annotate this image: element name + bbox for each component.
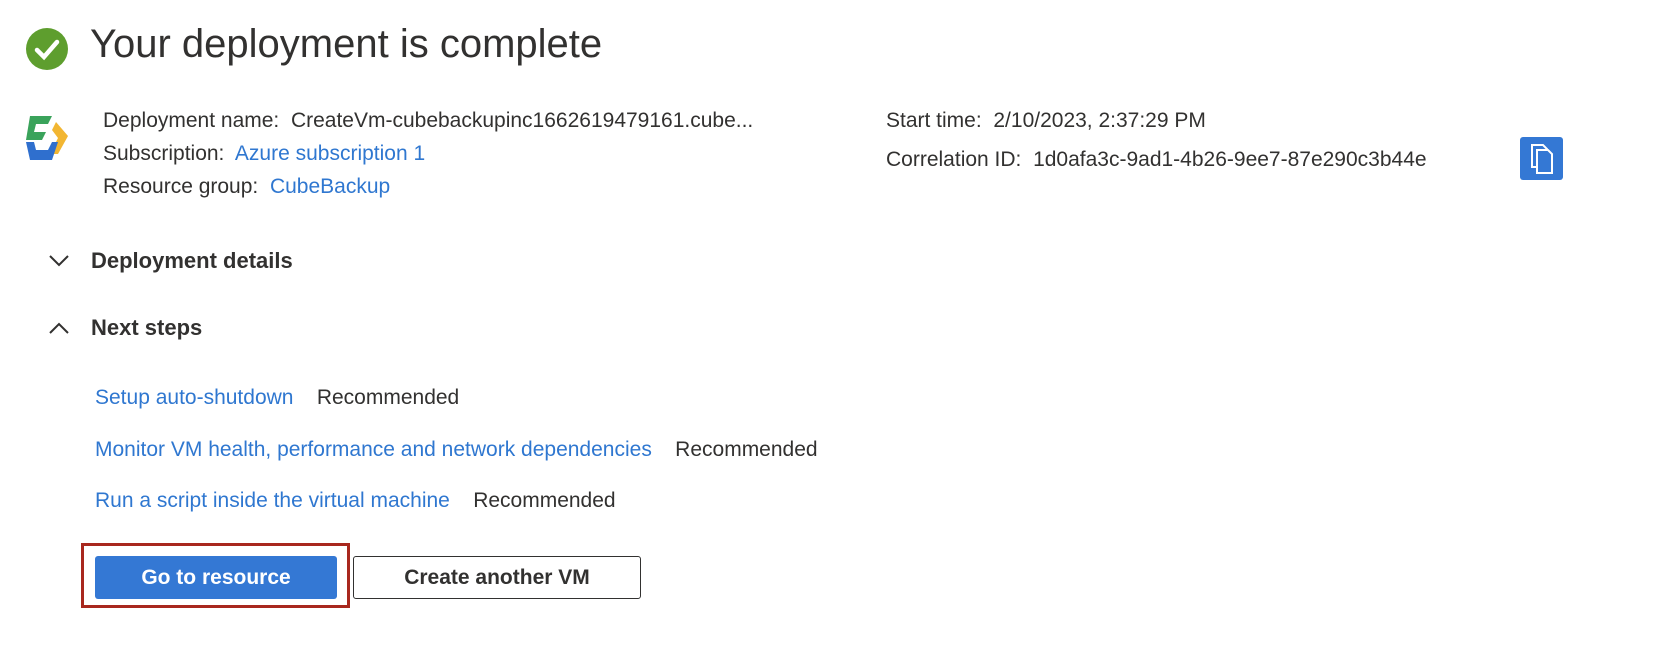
deployment-details-toggle[interactable]: Deployment details: [49, 248, 293, 274]
step-link[interactable]: Run a script inside the virtual machine: [95, 489, 450, 512]
next-step-item: Setup auto-shutdown Recommended: [95, 386, 459, 410]
chevron-up-icon: [49, 322, 69, 334]
start-time-row: Start time: 2/10/2023, 2:37:29 PM: [886, 109, 1206, 132]
subscription-row: Subscription: Azure subscription 1: [103, 142, 426, 165]
step-link[interactable]: Setup auto-shutdown: [95, 386, 293, 409]
recommended-tag: Recommended: [473, 489, 616, 512]
cubebackup-logo-icon: [26, 116, 68, 160]
start-time: 2/10/2023, 2:37:29 PM: [993, 109, 1206, 132]
correlation-id: 1d0afa3c-9ad1-4b26-9ee7-87e290c3b44e: [1033, 148, 1427, 171]
next-step-item: Run a script inside the virtual machine …: [95, 489, 616, 513]
resource-group-row: Resource group: CubeBackup: [103, 175, 391, 198]
next-steps-toggle[interactable]: Next steps: [49, 315, 202, 341]
next-step-item: Monitor VM health, performance and netwo…: [95, 438, 818, 462]
recommended-tag: Recommended: [316, 386, 460, 409]
create-another-vm-button[interactable]: Create another VM: [353, 556, 641, 599]
copy-button[interactable]: [1520, 137, 1563, 180]
page-title: Your deployment is complete: [90, 22, 603, 66]
subscription-link[interactable]: Azure subscription 1: [235, 142, 425, 165]
resource-group-link[interactable]: CubeBackup: [270, 175, 390, 198]
step-link[interactable]: Monitor VM health, performance and netwo…: [95, 438, 652, 461]
deployment-name: CreateVm-cubebackupinc1662619479161.cube…: [290, 109, 754, 132]
chevron-down-icon: [49, 255, 69, 267]
correlation-row: Correlation ID: 1d0afa3c-9ad1-4b26-9ee7-…: [886, 148, 1427, 171]
check-circle-icon: [26, 28, 68, 70]
go-to-resource-button[interactable]: Go to resource: [95, 556, 337, 599]
copy-icon: [1531, 144, 1553, 174]
recommended-tag: Recommended: [675, 438, 818, 461]
deployment-name-row: Deployment name: CreateVm-cubebackupinc1…: [103, 109, 754, 132]
